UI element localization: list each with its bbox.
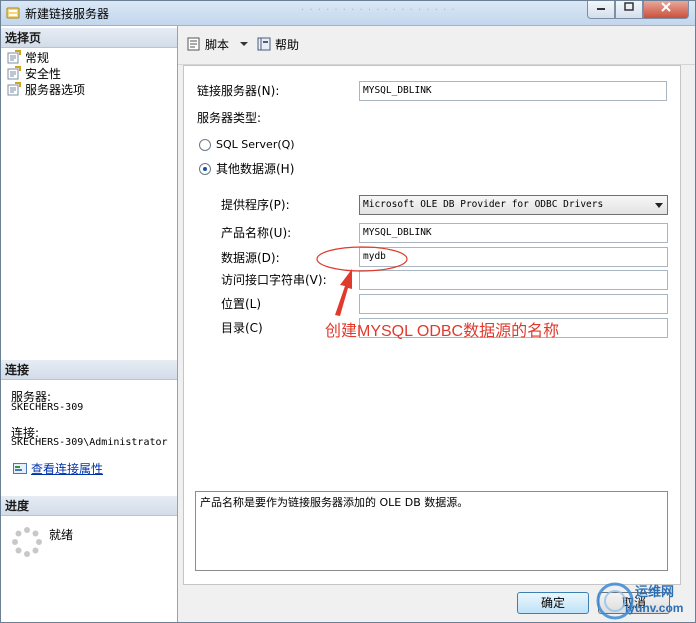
window-title: 新建链接服务器 [25, 7, 110, 21]
minimize-icon [597, 8, 605, 10]
page-item-security[interactable]: 安全性 [7, 66, 61, 82]
view-connection-properties-link[interactable]: 查看连接属性 [13, 460, 103, 477]
chevron-down-icon [655, 203, 663, 208]
sql-server-radio[interactable] [199, 139, 211, 151]
script-button[interactable]: 脚本 [186, 36, 249, 53]
description-box: 产品名称是要作为链接服务器添加的 OLE DB 数据源。 [195, 491, 668, 571]
watermark-cn: 运维网 [635, 585, 675, 600]
progress-status: 就绪 [49, 528, 74, 542]
location-field[interactable] [359, 294, 668, 314]
close-icon [661, 2, 671, 12]
provider-selected-value: Microsoft OLE DB Provider for ODBC Drive… [363, 199, 604, 210]
script-label: 脚本 [205, 38, 230, 52]
chevron-down-icon [239, 42, 248, 46]
linked-server-label: 链接服务器(N): [197, 84, 280, 98]
dialog-window: 新建链接服务器 · · · · · · · · · · · · · · · · … [0, 0, 696, 623]
data-source-field[interactable]: mydb [359, 247, 668, 267]
page-item-label: 服务器选项 [25, 83, 86, 97]
page-item-label: 常规 [25, 51, 50, 65]
other-source-label: 其他数据源(H) [216, 162, 295, 176]
help-icon [257, 37, 271, 51]
maximize-icon [624, 2, 634, 11]
page-item-label: 安全性 [25, 67, 62, 81]
page-item-general[interactable]: 常规 [7, 50, 49, 66]
maximize-button[interactable] [615, 1, 643, 19]
left-pane: 选择页 常规 安全性 服务器选项 连接 服务器: SKECHERS-309 连接… [1, 26, 178, 622]
provider-string-field[interactable] [359, 270, 668, 290]
app-database-icon [6, 7, 20, 19]
sql-server-label: SQL Server(Q) [216, 138, 295, 151]
product-name-label: 产品名称(U): [221, 226, 292, 240]
progress-spinner-icon [12, 527, 42, 557]
catalog-label: 目录(C) [221, 321, 263, 335]
minimize-button[interactable] [587, 1, 615, 19]
data-source-label: 数据源(D): [221, 251, 280, 265]
ok-button[interactable]: 确定 [517, 592, 589, 614]
progress-header: 进度 [1, 496, 177, 516]
product-name-field[interactable]: MYSQL_DBLINK [359, 223, 668, 243]
page-settings-icon [7, 50, 21, 64]
watermark-url: iyunv.com [625, 601, 684, 615]
location-label: 位置(L) [221, 297, 262, 311]
page-item-server-options[interactable]: 服务器选项 [7, 82, 85, 98]
page-settings-icon [7, 82, 21, 96]
help-label: 帮助 [275, 38, 300, 52]
script-icon [187, 37, 200, 51]
connection-header: 连接 [1, 360, 177, 380]
help-button[interactable]: 帮助 [256, 36, 299, 53]
toolbar: 脚本 帮助 [178, 26, 695, 65]
provider-string-label: 访问接口字符串(V): [221, 273, 327, 287]
provider-select[interactable]: Microsoft OLE DB Provider for ODBC Drive… [359, 195, 668, 215]
annotation-text: 创建MYSQL ODBC数据源的名称 [325, 323, 560, 340]
linked-server-field[interactable]: MYSQL_DBLINK [359, 81, 667, 101]
close-button[interactable] [643, 1, 689, 19]
server-value: SKECHERS-309 [11, 402, 84, 413]
other-source-radio[interactable] [199, 163, 211, 175]
select-page-header: 选择页 [1, 28, 177, 48]
provider-label: 提供程序(P): [221, 198, 290, 212]
connection-value: SKECHERS-309\Administrator [11, 437, 168, 448]
server-type-label: 服务器类型: [197, 111, 262, 125]
properties-icon [13, 463, 27, 474]
page-settings-icon [7, 66, 21, 80]
title-bar[interactable]: 新建链接服务器 · · · · · · · · · · · · · · · · … [1, 1, 695, 26]
view-connection-properties-label: 查看连接属性 [31, 462, 104, 476]
background-ghost-text: · · · · · · · · · · · · · · · · · · · [301, 5, 456, 16]
